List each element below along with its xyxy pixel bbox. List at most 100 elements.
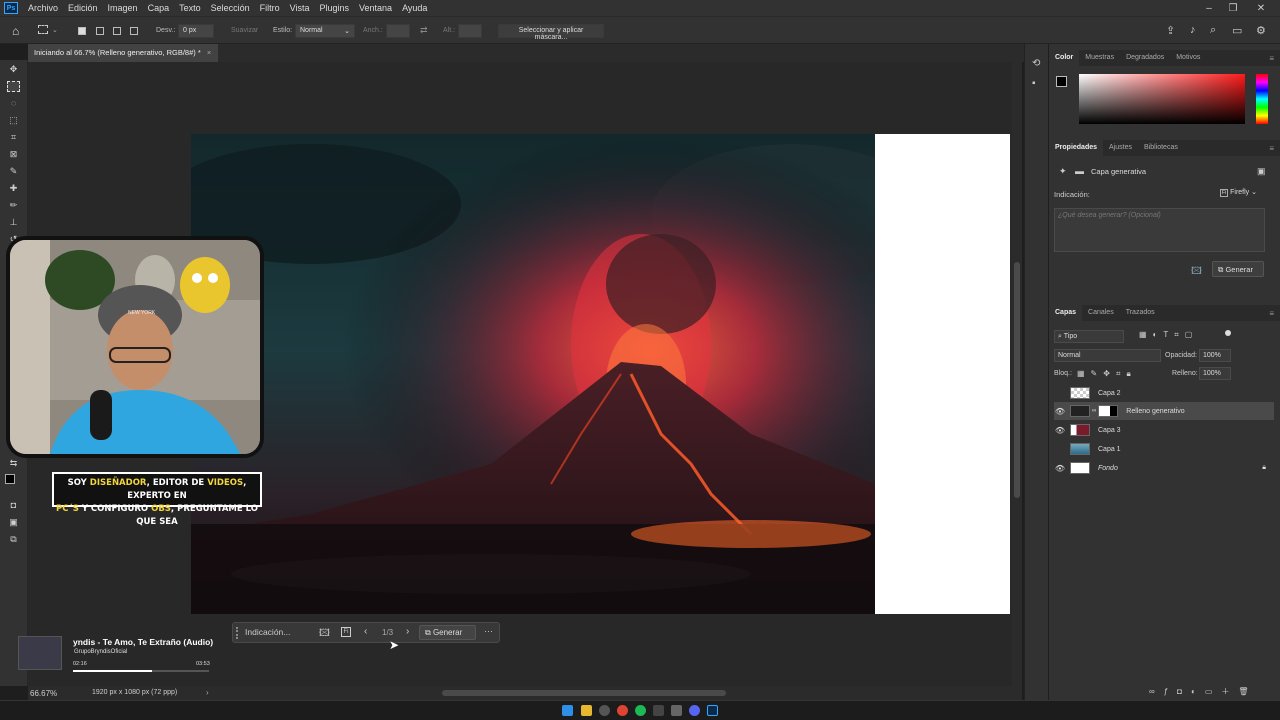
quick-mask-icon[interactable]: ◘	[7, 500, 20, 511]
height-input[interactable]	[458, 24, 482, 38]
menu-vista[interactable]: Vista	[285, 3, 315, 13]
healing-tool-icon[interactable]: ✚	[7, 183, 20, 194]
intersect-selection-icon[interactable]	[130, 27, 138, 35]
layer-row-capa-1[interactable]: Capa 1	[1054, 440, 1274, 458]
status-chevron-icon[interactable]: ›	[206, 688, 209, 697]
swap-icon[interactable]: ⇄	[420, 25, 428, 36]
select-mask-button[interactable]: Seleccionar y aplicar máscara...	[498, 24, 604, 41]
home-icon[interactable]: ⌂	[12, 24, 19, 38]
model-select[interactable]: Fi Firefly ⌄	[1220, 188, 1262, 197]
lock-icons[interactable]: ▦✎✥⌗🔒︎	[1077, 369, 1137, 379]
menu-plugins[interactable]: Plugins	[315, 3, 355, 13]
more-options-icon[interactable]: ···	[484, 626, 493, 636]
layer-filter-icons[interactable]: ▦◐T⌗▢	[1139, 330, 1198, 340]
color-field[interactable]	[1079, 74, 1245, 124]
lock-icon[interactable]: 🔒︎	[1262, 464, 1266, 472]
vertical-scroll-thumb[interactable]	[1014, 262, 1020, 498]
workspace-icon[interactable]: ▭	[1232, 24, 1242, 37]
stamp-tool-icon[interactable]: ⊥	[7, 217, 20, 228]
menu-archivo[interactable]: Archivo	[23, 3, 63, 13]
properties-generate-button[interactable]: ⧉ Generar	[1212, 261, 1264, 277]
prompt-textarea[interactable]: ¿Qué desea generar? (Opcional)	[1054, 208, 1265, 252]
spotify-icon[interactable]	[635, 705, 646, 716]
marquee-tool-icon[interactable]	[7, 81, 20, 92]
frame-tool-icon[interactable]: ⊠	[7, 149, 20, 160]
feather-input[interactable]: 0 px	[178, 24, 214, 38]
tab-ajustes[interactable]: Ajustes	[1103, 140, 1138, 156]
volcano-image[interactable]	[191, 134, 875, 614]
layer-name[interactable]: Capa 2	[1098, 390, 1121, 397]
tab-bibliotecas[interactable]: Bibliotecas	[1138, 140, 1184, 156]
blend-mode-select[interactable]: Normal	[1054, 349, 1161, 362]
zoom-level[interactable]: 66.67%	[30, 689, 57, 698]
close-icon[interactable]: ✕	[1248, 0, 1274, 16]
generate-button[interactable]: ⧉ Generar	[419, 625, 476, 640]
windows-start-icon[interactable]	[562, 705, 573, 716]
minimize-icon[interactable]: –	[1196, 0, 1222, 16]
eye-icon[interactable]: 👁︎	[1054, 464, 1066, 473]
close-tab-icon[interactable]: ×	[207, 48, 211, 57]
tab-trazados[interactable]: Trazados	[1120, 305, 1161, 321]
menu-ayuda[interactable]: Ayuda	[397, 3, 432, 13]
menu-imagen[interactable]: Imagen	[103, 3, 143, 13]
chevron-down-icon[interactable]: ⌄	[52, 26, 58, 34]
tab-propiedades[interactable]: Propiedades	[1049, 140, 1104, 156]
screen-mode-icon[interactable]: ▣	[7, 517, 20, 528]
filter-toggle-icon[interactable]	[1225, 330, 1231, 336]
firefly-icon[interactable]: Fi	[341, 627, 351, 637]
maximize-icon[interactable]: ❐	[1220, 0, 1246, 16]
capcut-icon[interactable]	[653, 705, 664, 716]
style-select[interactable]: Normal ⌄	[295, 24, 355, 38]
foreground-color-swatch[interactable]	[5, 474, 15, 484]
lasso-tool-icon[interactable]: ◌	[7, 98, 20, 109]
canvas-white-area[interactable]	[875, 134, 1010, 614]
layer-name[interactable]: Capa 1	[1098, 446, 1121, 453]
obs-icon[interactable]	[599, 705, 610, 716]
tab-color[interactable]: Color	[1049, 50, 1080, 66]
new-selection-icon[interactable]	[78, 27, 86, 35]
layer-row-capa-2[interactable]: Capa 2	[1054, 384, 1274, 402]
layer-row-capa-3[interactable]: 👁︎ Capa 3	[1054, 421, 1274, 439]
opacity-input[interactable]: 100%	[1199, 349, 1231, 362]
document-tab[interactable]: Iniciando al 66.7% (Relleno generativo, …	[28, 44, 218, 62]
app-icon[interactable]	[671, 705, 682, 716]
menu-texto[interactable]: Texto	[174, 3, 206, 13]
panel-menu-icon[interactable]: ≡	[1269, 54, 1274, 63]
layer-name[interactable]: Relleno generativo	[1126, 408, 1184, 415]
eye-icon[interactable]: 👁︎	[1054, 426, 1066, 435]
reference-image-icon[interactable]: 🖾	[1191, 264, 1202, 281]
fill-input[interactable]: 100%	[1199, 367, 1231, 380]
vertical-scrollbar[interactable]	[1012, 62, 1022, 686]
tab-muestras[interactable]: Muestras	[1079, 50, 1120, 66]
subtract-selection-icon[interactable]	[113, 27, 121, 35]
panel-menu-icon[interactable]: ≡	[1269, 309, 1274, 318]
image-options-icon[interactable]: ▣	[1257, 166, 1266, 177]
menu-ventana[interactable]: Ventana	[354, 3, 397, 13]
bell-icon[interactable]: ♪	[1190, 24, 1196, 36]
document-info[interactable]: 1920 px x 1080 px (72 ppp)	[92, 689, 177, 696]
horizontal-scroll-thumb[interactable]	[442, 690, 726, 696]
search-icon[interactable]: ⌕	[1210, 24, 1216, 37]
foreground-swatch[interactable]	[1056, 76, 1067, 87]
generative-prompt-input[interactable]: Indicación...	[245, 627, 290, 637]
tab-degradados[interactable]: Degradados	[1120, 50, 1170, 66]
brush-tool-icon[interactable]: ✏	[7, 200, 20, 211]
menu-edicion[interactable]: Edición	[63, 3, 103, 13]
tab-capas[interactable]: Capas	[1049, 305, 1083, 321]
object-select-tool-icon[interactable]: ⬚	[7, 115, 20, 126]
reference-image-icon[interactable]: 🖾	[319, 626, 330, 643]
menu-capa[interactable]: Capa	[143, 3, 175, 13]
layer-row-relleno-generativo[interactable]: 👁︎ ∞ Relleno generativo	[1054, 402, 1274, 420]
layer-filter-select[interactable]: ⌕ Tipo	[1054, 330, 1124, 343]
previous-variation-icon[interactable]: ‹	[364, 626, 367, 637]
marquee-preset-icon[interactable]	[38, 25, 48, 34]
crop-tool-icon[interactable]: ⌗	[7, 132, 20, 143]
layer-actions[interactable]: ∞ƒ◘◐▭＋🗑︎	[1149, 686, 1258, 697]
tab-motivos[interactable]: Motivos	[1170, 50, 1206, 66]
eyedropper-tool-icon[interactable]: ✎	[7, 166, 20, 177]
layer-name[interactable]: Capa 3	[1098, 427, 1121, 434]
eye-icon[interactable]: 👁︎	[1054, 407, 1066, 416]
link-icon[interactable]: ∞	[1092, 408, 1096, 414]
layer-row-fondo[interactable]: 👁︎ Fondo 🔒︎	[1054, 459, 1274, 477]
chrome-icon[interactable]	[617, 705, 628, 716]
